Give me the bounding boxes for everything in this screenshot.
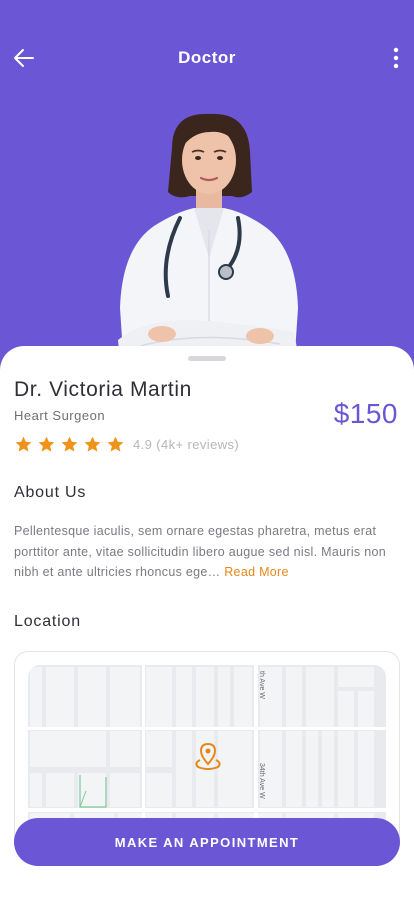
doctor-name: Dr. Victoria Martin bbox=[14, 378, 192, 401]
location-title: Location bbox=[14, 613, 81, 630]
more-options-button[interactable] bbox=[384, 44, 408, 72]
doctor-specialty: Heart Surgeon bbox=[14, 408, 106, 423]
star-icon bbox=[38, 436, 55, 452]
about-text: Pellentesque iaculis, sem ornare egestas… bbox=[14, 521, 402, 583]
rating-row: 4.9 (4k+ reviews) bbox=[14, 435, 239, 454]
star-icon bbox=[61, 436, 78, 452]
rating-text: 4.9 (4k+ reviews) bbox=[133, 437, 240, 452]
consultation-price: $150 bbox=[333, 398, 398, 429]
more-vertical-icon bbox=[393, 47, 399, 69]
drag-handle[interactable] bbox=[188, 356, 226, 361]
street-label: 34th Ave W bbox=[258, 763, 265, 799]
make-appointment-button[interactable]: MAKE AN APPOINTMENT bbox=[14, 818, 400, 866]
about-body: Pellentesque iaculis, sem ornare egestas… bbox=[14, 524, 386, 579]
star-icon bbox=[84, 436, 101, 452]
top-bar: Doctor bbox=[0, 38, 414, 78]
street-label: th Ave W bbox=[258, 671, 265, 699]
about-title: About Us bbox=[14, 484, 87, 501]
read-more-link[interactable]: Read More bbox=[224, 565, 289, 579]
page-title: Doctor bbox=[178, 48, 236, 67]
star-icon bbox=[15, 436, 32, 452]
hero-header: Doctor bbox=[0, 0, 414, 372]
star-icon bbox=[107, 436, 124, 452]
doctor-photo bbox=[118, 113, 298, 368]
